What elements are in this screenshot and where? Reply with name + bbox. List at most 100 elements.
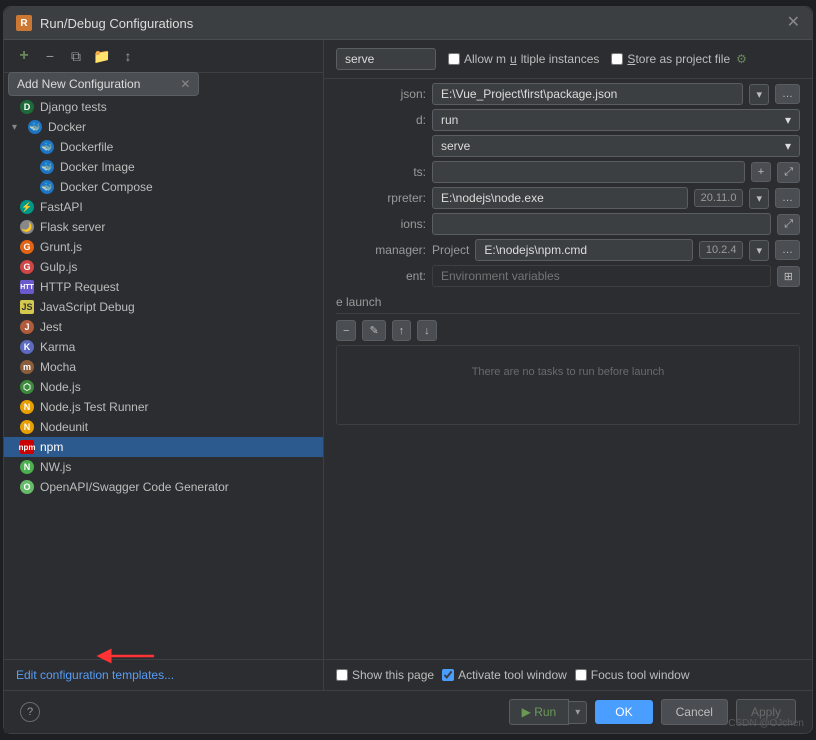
before-launch-up[interactable]: ↑ [392, 320, 412, 341]
json-dropdown-button[interactable]: ▾ [749, 84, 769, 105]
json-browse-button[interactable]: … [775, 84, 800, 104]
flask-icon: 🌙 [20, 220, 34, 234]
left-toolbar: + − ⧉ 📁 ↕ Add New Configuration ✕ [4, 40, 323, 73]
add-configuration-button[interactable]: + [12, 44, 36, 68]
tree-item-fastapi[interactable]: ⚡ FastAPI [4, 197, 323, 217]
env-row: ent: ⊞ [336, 265, 800, 287]
tree-item-nodeunit[interactable]: N Nodeunit [4, 417, 323, 437]
interpreter-browse-button[interactable]: … [775, 188, 800, 208]
dialog-title: Run/Debug Configurations [40, 16, 193, 31]
edit-templates-link[interactable]: Edit configuration templates... [16, 668, 174, 682]
tree-item-npm-label: npm [40, 440, 63, 454]
package-manager-type: Project [432, 243, 469, 257]
package-manager-version: 10.2.4 [699, 241, 744, 259]
tree-item-grunt[interactable]: G Grunt.js [4, 237, 323, 257]
interpreter-options-input[interactable] [432, 213, 771, 235]
package-manager-row: manager: Project 10.2.4 ▾ … [336, 239, 800, 261]
focus-window-checkbox[interactable] [575, 669, 587, 681]
title-bar: R Run/Debug Configurations ✕ [4, 7, 812, 40]
store-as-project-text: Store as project file [627, 52, 730, 66]
json-row: json: ▾ … [336, 83, 800, 105]
tree-item-dockerfile[interactable]: 🐳 Dockerfile [4, 137, 323, 157]
jest-icon: J [20, 320, 34, 334]
tree-item-nw[interactable]: N NW.js [4, 457, 323, 477]
tree-item-gulp[interactable]: G Gulp.js [4, 257, 323, 277]
tree-item-nodejs[interactable]: ⬡ Node.js [4, 377, 323, 397]
close-button[interactable]: ✕ [787, 15, 800, 31]
tree-item-openapi[interactable]: O OpenAPI/Swagger Code Generator [4, 477, 323, 497]
before-launch-down[interactable]: ↓ [417, 320, 437, 341]
store-as-project-checkbox[interactable] [611, 53, 623, 65]
show-page-label: Show this page [336, 668, 434, 682]
nodeunit-icon: N [20, 420, 34, 434]
before-launch-tasks-area: There are no tasks to run before launch [336, 345, 800, 425]
interpreter-input[interactable] [432, 187, 688, 209]
tree-item-openapi-label: OpenAPI/Swagger Code Generator [40, 480, 229, 494]
tree-item-nodejs-test-runner[interactable]: N Node.js Test Runner [4, 397, 323, 417]
cancel-button[interactable]: Cancel [661, 699, 728, 725]
tree-item-npm[interactable]: npm npm [4, 437, 323, 457]
interpreter-label: rpreter: [336, 191, 426, 205]
tree-item-mocha-label: Mocha [40, 360, 76, 374]
allow-multiple-text: Allow m [464, 52, 506, 66]
docker-compose-icon: 🐳 [40, 180, 54, 194]
tree-item-karma[interactable]: K Karma [4, 337, 323, 357]
scripts-dropdown[interactable]: serve ▾ [432, 135, 800, 157]
help-button[interactable]: ? [20, 702, 40, 722]
tree-item-docker-group[interactable]: ▾ 🐳 Docker [4, 117, 323, 137]
package-manager-dropdown-button[interactable]: ▾ [749, 240, 769, 261]
tree-item-flask[interactable]: 🌙 Flask server [4, 217, 323, 237]
sort-configuration-button[interactable]: ↕ [116, 44, 140, 68]
run-dropdown-button[interactable]: ▾ [569, 701, 587, 724]
interpreter-dropdown-button[interactable]: ▾ [749, 188, 769, 209]
run-button[interactable]: ▶ Run [509, 699, 570, 725]
before-launch-minus[interactable]: − [336, 320, 356, 341]
interpreter-options-expand-button[interactable]: ⤢ [777, 214, 800, 235]
store-project-icon: ⚙ [736, 52, 747, 66]
tree-item-docker-compose-label: Docker Compose [60, 180, 153, 194]
allow-multiple-checkbox[interactable] [448, 53, 460, 65]
tree-item-docker-compose[interactable]: 🐳 Docker Compose [4, 177, 323, 197]
tree-item-nw-label: NW.js [40, 460, 71, 474]
arguments-expand-button[interactable]: ⤢ [777, 162, 800, 183]
before-launch-edit[interactable]: ✎ [362, 320, 385, 341]
tree-item-js-debug-label: JavaScript Debug [40, 300, 135, 314]
remove-configuration-button[interactable]: − [38, 44, 62, 68]
docker-group-chevron: ▾ [12, 122, 22, 133]
tree-item-mocha[interactable]: m Mocha [4, 357, 323, 377]
before-launch-section: e launch − ✎ ↑ ↓ There are no tasks to r… [336, 295, 800, 425]
grunt-icon: G [20, 240, 34, 254]
env-expand-button[interactable]: ⊞ [777, 266, 800, 287]
mocha-icon: m [20, 360, 34, 374]
tree-item-http[interactable]: HTT HTTP Request [4, 277, 323, 297]
tree-item-docker-image-label: Docker Image [60, 160, 135, 174]
show-page-checkbox[interactable] [336, 669, 348, 681]
js-debug-icon: JS [20, 300, 34, 314]
tree-item-jest[interactable]: J Jest [4, 317, 323, 337]
run-button-group: ▶ Run ▾ [509, 699, 588, 725]
interpreter-row: rpreter: 20.11.0 ▾ … [336, 187, 800, 209]
arguments-add-button[interactable]: + [751, 162, 771, 182]
activate-window-checkbox[interactable] [442, 669, 454, 681]
add-configuration-tooltip: Add New Configuration ✕ [8, 72, 199, 96]
copy-configuration-button[interactable]: ⧉ [64, 44, 88, 68]
folder-configuration-button[interactable]: 📁 [90, 44, 114, 68]
command-chevron: ▾ [785, 113, 791, 127]
command-row: d: run ▾ [336, 109, 800, 131]
tree-item-js-debug[interactable]: JS JavaScript Debug [4, 297, 323, 317]
command-dropdown[interactable]: run ▾ [432, 109, 800, 131]
config-name-input[interactable] [336, 48, 436, 70]
env-input[interactable] [432, 265, 771, 287]
ok-button[interactable]: OK [595, 700, 652, 724]
package-manager-browse-button[interactable]: … [775, 240, 800, 260]
package-manager-input[interactable] [475, 239, 693, 261]
arguments-input[interactable] [432, 161, 745, 183]
tree-item-django-tests[interactable]: D Django tests [4, 97, 323, 117]
tree-item-http-label: HTTP Request [40, 280, 119, 294]
package-manager-label: manager: [336, 243, 426, 257]
json-path-input[interactable] [432, 83, 743, 105]
tree-item-docker-image[interactable]: 🐳 Docker Image [4, 157, 323, 177]
configuration-tree: D Django Server D Django tests ▾ 🐳 Docke… [4, 73, 323, 659]
command-value: run [441, 113, 458, 127]
tooltip-close-button[interactable]: ✕ [180, 77, 190, 91]
